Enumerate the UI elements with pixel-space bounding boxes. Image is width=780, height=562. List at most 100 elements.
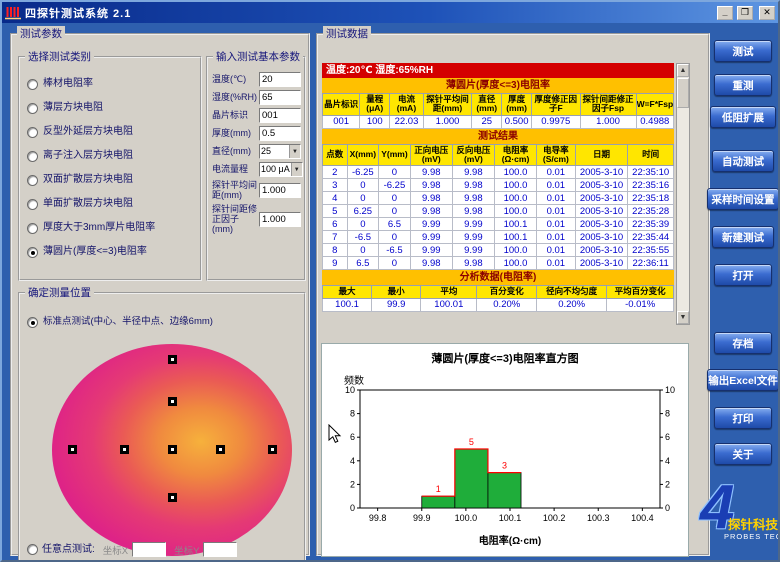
scroll-up-icon[interactable]: ▲ [677,64,689,77]
measure-point-marker [168,355,177,364]
y-tick-label: 4 [665,456,670,466]
standard-point-option[interactable]: 标准点测试(中心、半径中点、边缘6mm) [27,310,213,334]
table-row[interactable]: 2 -6.25 0 9.98 9.98 100.0 0.01 2005-3-10 22:35:1… [322,165,674,180]
measure-position-group: 确定测量位置 标准点测试(中心、半径中点、边缘6mm) 任意点测试: 坐标X 坐… [18,285,306,560]
table-cell: 0.20% [536,297,608,312]
table-row[interactable]: 5 6.25 0 9.98 9.98 100.0 0.01 2005-3-10 22:35:28 [322,204,674,219]
column-header: X(mm) [346,143,380,167]
test-type-option[interactable]: 棒材电阻率 [27,72,196,96]
table-cell: 9.99 [409,243,453,258]
radio-icon[interactable] [27,150,38,162]
test-type-option[interactable]: 双面扩散层方块电阻 [27,168,196,192]
table-header-row: 点数 X(mm) Y(mm) 正向电压(mV) 反向电压(mV) 电阻率(Ω·cm) 电导率… [322,143,674,167]
test-type-option[interactable]: 薄圆片(厚度<=3)电阻率 [27,240,196,264]
test-type-option[interactable]: 厚度大于3mm厚片电阻率 [27,216,196,240]
param-label: 温度(℃) [212,74,247,85]
radio-icon[interactable] [27,222,38,234]
dropdown-arrow-icon[interactable]: ▼ [289,145,300,158]
test-type-option[interactable]: 反型外延层方块电阻 [27,120,196,144]
action-buttons: 测试重测低阻扩展自动测试采样时间设置 新建测试打开存档输出Excel文件 打印关于 [706,26,778,504]
open-button[interactable]: 打开 [714,264,772,286]
table-cell: 2005-3-10 [574,165,629,180]
histogram-bar [421,495,456,509]
radio-icon[interactable] [27,544,38,555]
table-cell: 2005-3-10 [574,230,629,245]
coord-y-input[interactable] [203,542,238,557]
table-cell: -6.25 [346,165,380,180]
column-header: 时间 [627,143,674,167]
scroll-track[interactable] [677,108,689,311]
dropdown-arrow-icon[interactable]: ▼ [290,163,302,176]
radio-icon[interactable] [27,78,38,90]
test-type-option[interactable]: 薄层方块电阻 [27,96,196,120]
table-cell: 0 [346,243,380,258]
table-row[interactable]: 3 0 -6.25 9.98 9.98 100.0 0.01 2005-3-10 22:35:1… [322,178,674,193]
table-row[interactable]: 4 0 0 9.98 9.98 100.0 0.01 2005-3-10 22:35:18 [322,191,674,206]
basic-params-group: 输入测试基本参数 温度(℃) 20 湿度(%RH) 65 晶片标识 001 厚度(mm) 0.… [206,49,306,281]
minimize-button[interactable]: _ [717,5,733,20]
coord-x-input[interactable] [132,542,167,557]
print-button[interactable]: 打印 [714,407,772,429]
test-params-panel: 测试参数 选择测试类别 棒材电阻率 薄层方块电阻 反型外延层方块电阻 离子注入层方块电… [10,26,310,560]
low-resistance-expand-button[interactable]: 低阻扩展 [710,106,776,128]
param-input[interactable]: 1.000 [259,211,301,227]
sampling-time-settings-button[interactable]: 采样时间设置 [707,188,778,210]
new-test-button[interactable]: 新建测试 [712,226,774,248]
scroll-thumb[interactable] [677,78,689,108]
measure-point-marker [168,493,177,502]
table-cell: 5 [322,204,348,219]
table-row[interactable]: 8 0 -6.5 9.99 9.99 100.0 0.01 2005-3-10 22:35:55 [322,243,674,258]
radio-icon[interactable] [27,316,38,328]
column-header: 平均 [420,285,478,299]
table-row[interactable]: 6 0 6.5 9.99 9.99 100.1 0.01 2005-3-10 22:35:39 [322,217,674,232]
param-field: 厚度(mm) 0.5 [212,126,301,141]
about-button[interactable]: 关于 [714,443,772,465]
scroll-down-icon[interactable]: ▼ [677,311,689,324]
table-row[interactable]: 100.1 99.9 100.01 0.20% 0.20% -0.01% [321,297,674,312]
measure-point-marker [168,397,177,406]
export-excel-button[interactable]: 输出Excel文件 [707,369,778,391]
table-cell: 1.000 [579,114,637,129]
param-input[interactable]: 001 [259,108,301,123]
archive-button[interactable]: 存档 [714,332,772,354]
table-scrollbar[interactable]: ▲ ▼ [676,63,690,325]
param-select[interactable]: 25 ▼ [259,144,301,159]
test-button[interactable]: 测试 [714,40,772,62]
radio-icon[interactable] [27,246,38,258]
auto-test-button[interactable]: 自动测试 [712,150,774,172]
table-cell: 100.0 [493,191,538,206]
close-button[interactable]: ✕ [759,5,775,20]
measure-point-marker [68,445,77,454]
param-input[interactable]: 20 [259,72,301,87]
measure-position-group-title: 确定测量位置 [25,285,94,300]
radio-icon[interactable] [27,102,38,114]
maximize-button[interactable]: ❐ [737,5,753,20]
radio-icon[interactable] [27,198,38,210]
test-type-option[interactable]: 单面扩散层方块电阻 [27,192,196,216]
param-input[interactable]: 1.000 [259,182,301,198]
radio-icon[interactable] [27,126,38,138]
table-cell: 9.98 [409,178,453,193]
table-row[interactable]: 001 100 22.03 1.000 25 0.500 0.9975 1.000 0.4988 [321,114,675,129]
table-cell: 9.99 [451,230,495,245]
column-header: 径向不均匀度 [536,285,608,299]
radio-icon[interactable] [27,174,38,186]
select-value: 25 [261,146,272,156]
param-input[interactable]: 65 [259,90,301,105]
param-fields: 温度(℃) 20 湿度(%RH) 65 晶片标识 001 厚度(mm) 0.5 直径(mm) 25… [208,64,304,235]
table-cell: 0 [378,191,411,206]
table-row[interactable]: 7 -6.5 0 9.99 9.99 100.1 0.01 2005-3-10 22:35:44 [322,230,674,245]
x-tick-label: 99.8 [369,513,387,523]
y-tick-label: 10 [345,385,355,395]
table-cell: 2005-3-10 [574,178,629,193]
param-select[interactable]: 100 μA ▼ [259,162,303,177]
table-cell: 22:35:55 [627,243,674,258]
param-input[interactable]: 0.5 [259,126,301,141]
y-tick-label: 4 [350,456,355,466]
results-table-title: 测试结果 [322,128,674,144]
table-row[interactable]: 9 6.5 0 9.98 9.98 100.0 0.01 2005-3-10 22:36:11 [322,256,674,271]
histogram-svg: 薄圆片(厚度<=3)电阻率直方图频数0 02 24 46 68 810 1099.8 99.9… [344,351,675,547]
basic-params-group-title: 输入测试基本参数 [213,49,303,64]
test-type-option[interactable]: 离子注入层方块电阻 [27,144,196,168]
retest-button[interactable]: 重测 [714,74,772,96]
